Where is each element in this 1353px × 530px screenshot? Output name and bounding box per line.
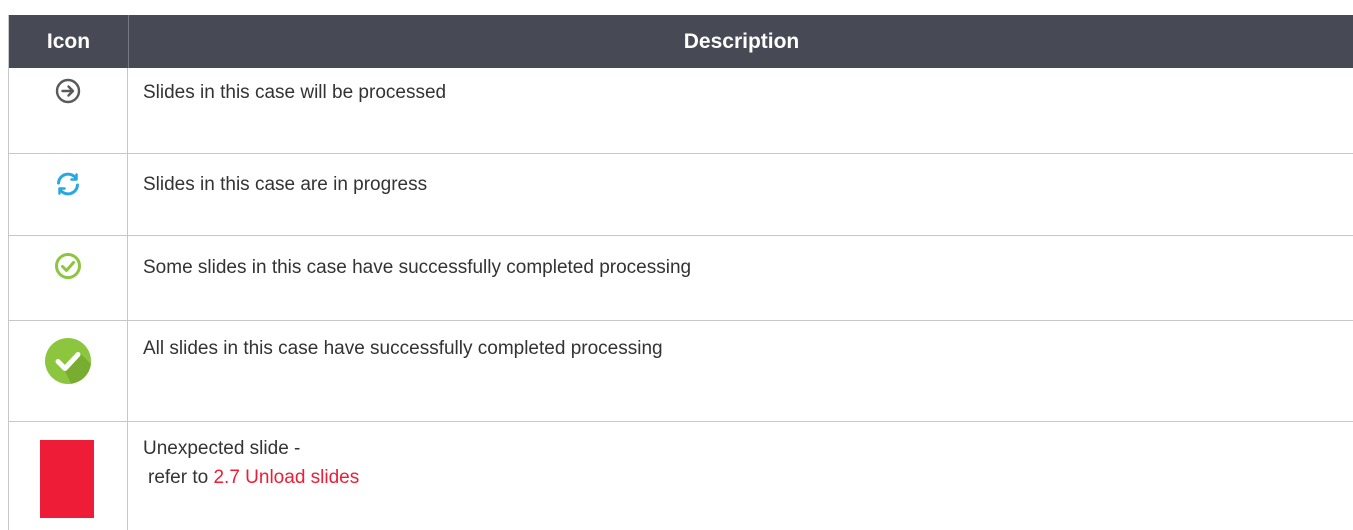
table-row: All slides in this case have successfull… bbox=[9, 321, 1353, 422]
icon-cell bbox=[9, 422, 128, 530]
header-icon-column: Icon bbox=[9, 15, 129, 68]
table-header: Icon Description bbox=[9, 15, 1353, 68]
icon-cell bbox=[9, 321, 128, 421]
icon-description-table: Icon Description Slides in this case wil… bbox=[8, 15, 1353, 530]
arrow-circle-icon bbox=[55, 78, 81, 104]
table-row: Slides in this case will be processed bbox=[9, 68, 1353, 154]
table-row: Unexpected slide - refer to 2.7 Unload s… bbox=[9, 422, 1353, 530]
reference-prefix: refer to bbox=[148, 467, 214, 488]
unload-slides-link[interactable]: 2.7 Unload slides bbox=[213, 467, 359, 488]
description-reference: refer to 2.7 Unload slides bbox=[143, 463, 1353, 492]
check-filled-icon bbox=[45, 338, 91, 384]
table-row: Some slides in this case have successful… bbox=[9, 236, 1353, 321]
icon-cell bbox=[9, 68, 128, 153]
check-outline-icon bbox=[55, 253, 81, 279]
header-description-column: Description bbox=[683, 30, 800, 53]
icon-cell bbox=[9, 154, 128, 235]
table-row: Slides in this case are in progress bbox=[9, 154, 1353, 236]
description-cell: Unexpected slide - refer to 2.7 Unload s… bbox=[128, 422, 1353, 530]
description-cell: Some slides in this case have successful… bbox=[143, 257, 692, 278]
description-line: Unexpected slide - bbox=[143, 438, 301, 459]
description-cell: Slides in this case are in progress bbox=[143, 174, 428, 195]
description-cell: Slides in this case will be processed bbox=[143, 82, 447, 103]
refresh-progress-icon bbox=[57, 172, 79, 196]
red-square-icon bbox=[40, 440, 94, 518]
icon-cell bbox=[9, 236, 128, 320]
description-cell: All slides in this case have successfull… bbox=[143, 338, 663, 359]
